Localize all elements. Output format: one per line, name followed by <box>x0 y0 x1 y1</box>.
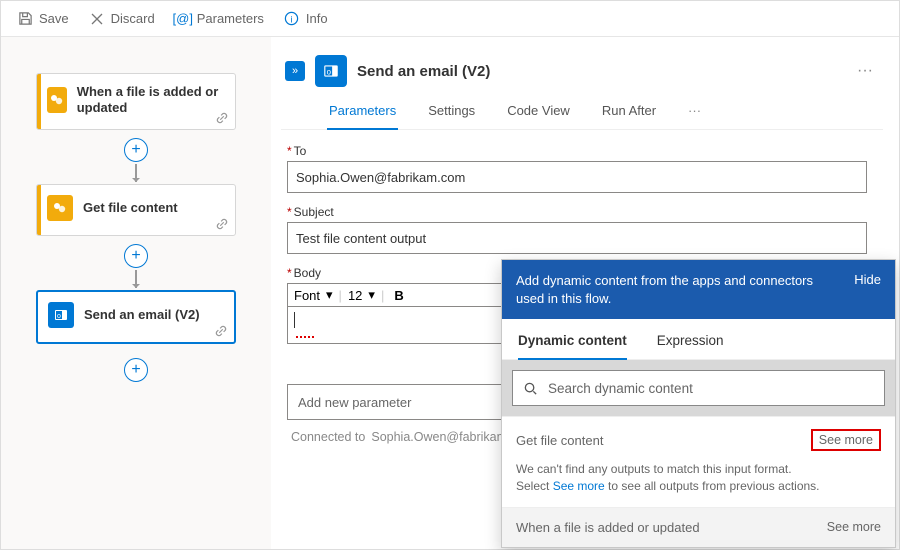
chevron-down-icon[interactable]: ▾ <box>368 287 375 303</box>
link-icon <box>215 111 229 125</box>
see-more-button[interactable]: See more <box>811 429 881 451</box>
fontsize-select[interactable]: 12 <box>348 288 362 303</box>
svg-text:i: i <box>291 14 293 24</box>
flow-step-sendemail-title: Send an email (V2) <box>84 307 200 323</box>
link-icon <box>214 324 228 338</box>
discard-label: Discard <box>111 11 155 26</box>
svg-text:o: o <box>327 67 332 76</box>
flow-connector: + <box>124 130 148 184</box>
info-label: Info <box>306 11 328 26</box>
save-label: Save <box>39 11 69 26</box>
subject-label: *Subject <box>287 205 877 219</box>
flow-step-trigger-title: When a file is added or updated <box>77 84 225 115</box>
hide-button[interactable]: Hide <box>854 272 881 287</box>
see-more-button[interactable]: See more <box>827 520 881 534</box>
parameters-label: Parameters <box>197 11 264 26</box>
search-placeholder: Search dynamic content <box>548 381 693 396</box>
see-more-link[interactable]: See more <box>553 479 605 493</box>
to-label: *To <box>287 144 877 158</box>
discard-button[interactable]: Discard <box>81 7 163 31</box>
search-input[interactable]: Search dynamic content <box>512 370 885 406</box>
font-select[interactable]: Font <box>294 288 320 303</box>
chevron-down-icon[interactable]: ▾ <box>326 287 333 303</box>
sharepoint-icon <box>47 87 67 113</box>
detail-pane: » o Send an email (V2) ··· Parameters Se… <box>271 37 899 549</box>
info-button[interactable]: i Info <box>276 7 336 31</box>
link-icon <box>215 217 229 231</box>
add-step-button[interactable]: + <box>124 244 148 268</box>
svg-text:o: o <box>57 313 61 320</box>
section-trigger-title: When a file is added or updated <box>516 520 700 535</box>
subject-input[interactable] <box>287 222 867 254</box>
close-icon <box>89 11 105 27</box>
save-button[interactable]: Save <box>9 7 77 31</box>
more-menu-button[interactable]: ··· <box>857 62 879 80</box>
sharepoint-icon <box>47 195 73 221</box>
detail-title: Send an email (V2) <box>357 63 490 80</box>
flow-canvas: When a file is added or updated + Get fi… <box>1 37 271 549</box>
body-input[interactable] <box>287 306 503 344</box>
collapse-chevron-icon[interactable]: » <box>285 61 305 81</box>
parameters-icon: [@] <box>175 11 191 27</box>
bold-button[interactable]: B <box>390 288 407 303</box>
tabs-overflow-button[interactable]: ··· <box>686 103 703 129</box>
flow-step-sendemail[interactable]: o Send an email (V2) <box>36 290 236 344</box>
to-input[interactable] <box>287 161 867 193</box>
flow-step-getfile[interactable]: Get file content <box>36 184 236 236</box>
dynamic-content-popover: Add dynamic content from the apps and co… <box>501 259 896 548</box>
tab-expression[interactable]: Expression <box>657 333 724 359</box>
tab-codeview[interactable]: Code View <box>505 103 572 129</box>
tab-runafter[interactable]: Run After <box>600 103 658 129</box>
section-getfilecontent-title: Get file content <box>516 433 603 448</box>
body-rte-toolbar: Font ▾ | 12 ▾ | B <box>287 283 503 306</box>
tab-parameters[interactable]: Parameters <box>327 103 398 130</box>
tab-dynamic-content[interactable]: Dynamic content <box>518 333 627 360</box>
outlook-icon: o <box>48 302 74 328</box>
flow-step-trigger[interactable]: When a file is added or updated <box>36 73 236 130</box>
outlook-icon: o <box>315 55 347 87</box>
parameters-button[interactable]: [@] Parameters <box>167 7 272 31</box>
flow-step-getfile-title: Get file content <box>83 200 178 216</box>
popover-heading: Add dynamic content from the apps and co… <box>516 272 816 307</box>
search-icon <box>523 381 538 396</box>
info-icon: i <box>284 11 300 27</box>
add-step-end-button[interactable]: + <box>124 358 148 382</box>
no-outputs-note: We can't find any outputs to match this … <box>516 461 881 495</box>
detail-tabs: Parameters Settings Code View Run After … <box>281 93 883 130</box>
tab-settings[interactable]: Settings <box>426 103 477 129</box>
add-step-button[interactable]: + <box>124 138 148 162</box>
top-toolbar: Save Discard [@] Parameters i Info <box>1 1 899 37</box>
flow-connector: + <box>124 236 148 290</box>
save-icon <box>17 11 33 27</box>
